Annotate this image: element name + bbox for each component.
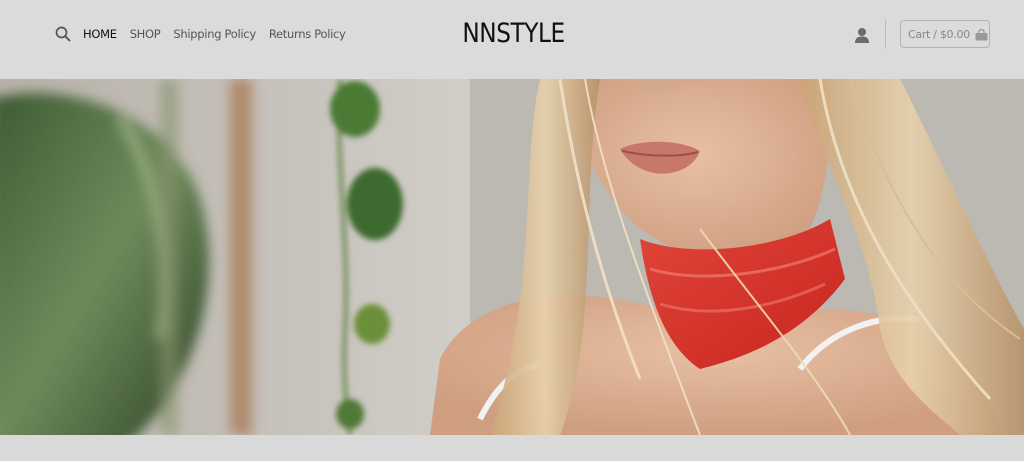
cart-label: Cart / $0.00	[908, 27, 970, 41]
hero-banner-image	[0, 79, 1024, 435]
user-icon[interactable]	[854, 27, 870, 44]
site-header: HOME SHOP Shipping Policy Returns Policy…	[0, 0, 1024, 79]
search-icon[interactable]	[55, 26, 71, 42]
header-divider	[885, 19, 886, 49]
cart-button[interactable]: Cart / $0.00	[900, 20, 990, 48]
site-logo[interactable]: NNSTYLE	[73, 18, 954, 49]
shopping-bag-icon	[975, 28, 988, 41]
content-area	[0, 435, 1024, 461]
